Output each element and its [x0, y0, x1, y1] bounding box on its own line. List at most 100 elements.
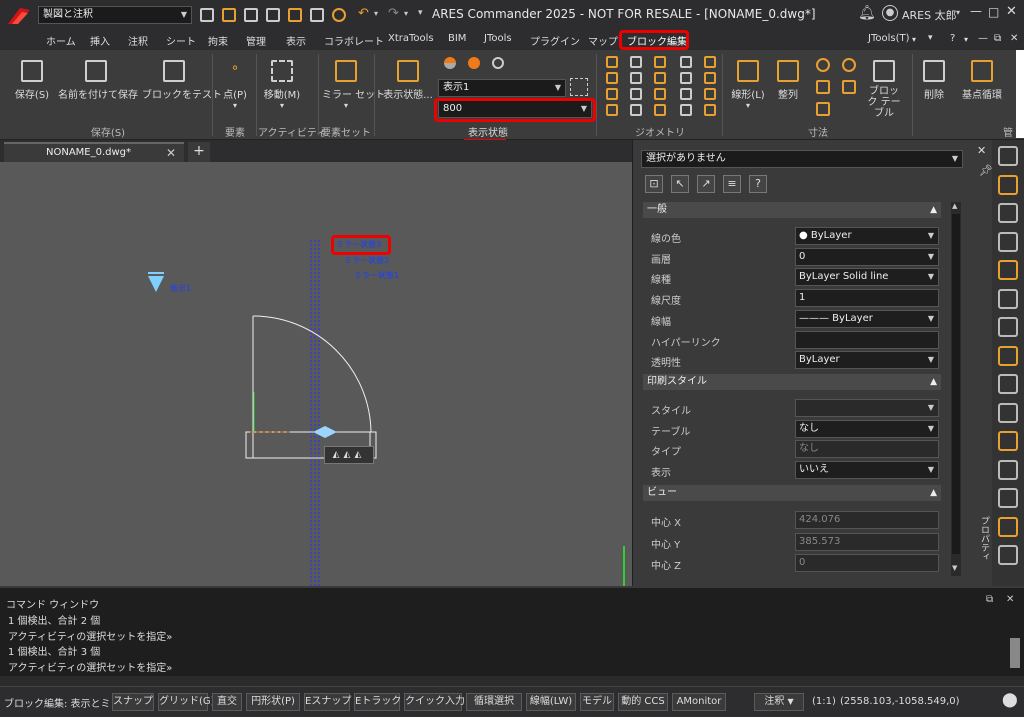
help-icon[interactable]: ? [950, 33, 955, 44]
status-toggle-button[interactable]: モデル [580, 693, 614, 711]
open-file-icon[interactable] [222, 8, 236, 22]
folder-icon[interactable] [998, 374, 1018, 394]
tab-constraint[interactable]: 拘束 [208, 33, 228, 48]
view-section-header[interactable]: ビュー ▲ [643, 485, 941, 501]
parameter-icon[interactable] [680, 88, 692, 100]
visibility-grip-icon[interactable] [148, 276, 164, 292]
visibility-state-dropdown[interactable]: 表示1 ▼ [438, 79, 566, 97]
scroll-thumb[interactable] [952, 214, 960, 554]
new-file-icon[interactable] [200, 8, 214, 22]
array-dim-icon[interactable] [816, 102, 830, 116]
save-as-button[interactable]: 名前を付けて保存 [58, 60, 138, 101]
align-button[interactable]: 整列 [774, 60, 802, 101]
table-icon[interactable] [998, 516, 1018, 537]
notification-bell-icon[interactable]: 🔔︎ [858, 5, 876, 21]
visibility-toggle-icon[interactable] [704, 88, 716, 100]
location-pin-icon[interactable]: ⬤ [1002, 692, 1018, 708]
lock-icon[interactable] [680, 56, 692, 68]
status-toggle-button[interactable]: AMonitor [672, 693, 726, 711]
pin-panel-icon[interactable]: 📌︎ [979, 164, 993, 177]
tab-view[interactable]: 表示 [286, 33, 306, 48]
tab-collaborate[interactable]: コラボレート [324, 33, 384, 48]
scale-label[interactable]: (1:1) [812, 696, 836, 707]
user-name[interactable]: ARES 太郎 [902, 7, 957, 23]
status-toggle-button[interactable]: スナップ [112, 693, 154, 711]
select-objects-icon[interactable]: ↖ [671, 175, 689, 193]
user-avatar-icon[interactable]: ● [882, 5, 898, 21]
block-table-button[interactable]: ブロック テーブル [866, 60, 902, 119]
delete-button[interactable]: 削除 [920, 60, 948, 101]
chat-icon[interactable] [998, 459, 1018, 480]
block-palette-icon[interactable] [998, 288, 1018, 309]
xy-move-icon[interactable] [606, 72, 618, 84]
tab-sheet[interactable]: シート [166, 33, 196, 48]
redo-dropdown-icon[interactable]: ▾ [404, 9, 408, 18]
property-value[interactable]: なし ▼ [795, 419, 939, 438]
properties-palette-icon[interactable] [998, 146, 1018, 166]
tab-plugins[interactable]: プラグイン [530, 33, 580, 48]
jtools-menu-chevron-icon[interactable]: ▾ [912, 35, 916, 44]
maximize-icon[interactable]: □ [988, 5, 999, 19]
save-block-button[interactable]: 保存(S) [14, 60, 50, 101]
close-tab-icon[interactable]: ✕ [166, 146, 176, 160]
property-value[interactable]: ByLayer Solid line ▼ [795, 268, 939, 287]
markup-icon[interactable] [998, 345, 1018, 366]
polar-array-icon[interactable] [630, 88, 642, 100]
location-icon[interactable] [998, 488, 1018, 508]
visibility-off-icon[interactable] [492, 57, 504, 69]
point-button[interactable]: ∘ 点(P) ▾ [220, 60, 250, 110]
print-section-header[interactable]: 印刷スタイル ▲ [643, 374, 941, 390]
flip-dim-icon[interactable] [816, 80, 830, 94]
help-dropdown-icon[interactable]: ▾ [964, 35, 968, 44]
layers-icon[interactable] [998, 174, 1018, 195]
selection-dropdown[interactable]: 選択がありません ▼ [641, 150, 963, 168]
toggle-pickadd-icon[interactable]: ↗ [697, 175, 715, 193]
tab-xtratools[interactable]: XtraTools [388, 33, 434, 44]
doc-restore-icon[interactable]: ⧉ [994, 33, 1001, 44]
tab-manage[interactable]: 管理 [246, 33, 266, 48]
scroll-up-icon[interactable]: ▲ [952, 202, 957, 210]
visibility-on-icon[interactable] [468, 57, 480, 69]
property-value[interactable]: ByLayer ▼ [795, 351, 939, 370]
mirror-arc-icon[interactable] [630, 104, 642, 116]
visibility-toggle-icon[interactable] [444, 57, 456, 69]
tab-home[interactable]: ホーム [46, 33, 76, 48]
move-button[interactable]: 移動(M) ▾ [262, 60, 302, 110]
jtools-menu[interactable]: JTools(T) [868, 33, 910, 44]
design-resources-icon[interactable] [998, 431, 1018, 451]
workspace-dropdown[interactable]: 製図と注釈 ▼ [38, 6, 192, 24]
lookup-icon[interactable] [654, 104, 666, 116]
chain-icon[interactable] [680, 104, 692, 116]
command-scrollbar[interactable] [1010, 638, 1020, 668]
linear-dim-button[interactable]: 線形(L) ▾ [728, 60, 768, 110]
float-window-icon[interactable]: ⧉ [986, 594, 993, 605]
comment-icon[interactable] [998, 260, 1018, 280]
test-block-button[interactable]: ブロックをテスト [142, 60, 222, 101]
mirror-action-icons[interactable]: ◭◭◭ [324, 446, 374, 464]
close-command-icon[interactable]: ✕ [1006, 594, 1014, 605]
status-toggle-button[interactable]: 円形状(P) [246, 693, 300, 711]
base-cycle-button[interactable]: 基点循環 [958, 60, 1006, 101]
status-toggle-button[interactable]: グリッド(G) [158, 693, 215, 711]
minimize-icon[interactable]: — [970, 4, 982, 18]
property-value[interactable]: ● ByLayer ▼ [795, 227, 939, 245]
status-toggle-button[interactable]: 循環選択 [466, 693, 522, 711]
cloud-icon[interactable] [998, 231, 1018, 252]
close-icon[interactable]: ✕ [1006, 4, 1017, 19]
cloud-open-icon[interactable] [244, 8, 258, 22]
cloud-storage-icon[interactable] [998, 545, 1018, 565]
doc-close-icon[interactable]: ✕ [1010, 33, 1018, 44]
sheet-set-icon[interactable] [998, 203, 1018, 223]
tab-annotate[interactable]: 注釈 [128, 33, 148, 48]
property-value[interactable]: ——— ByLayer ▼ [795, 309, 939, 328]
new-tab-button[interactable]: + [188, 142, 210, 162]
lookup-dim-icon[interactable] [842, 80, 856, 94]
base-point-icon[interactable] [606, 104, 618, 116]
help-icon[interactable]: ? [749, 175, 767, 193]
redo-icon[interactable]: ↷ [388, 6, 399, 21]
status-toggle-button[interactable]: 線幅(LW) [526, 693, 576, 711]
property-value[interactable]: 1 [795, 289, 939, 308]
property-value[interactable]: いいえ ▼ [795, 460, 939, 479]
property-value[interactable]: 0 ▼ [795, 247, 939, 266]
scroll-down-icon[interactable]: ▼ [952, 564, 957, 572]
